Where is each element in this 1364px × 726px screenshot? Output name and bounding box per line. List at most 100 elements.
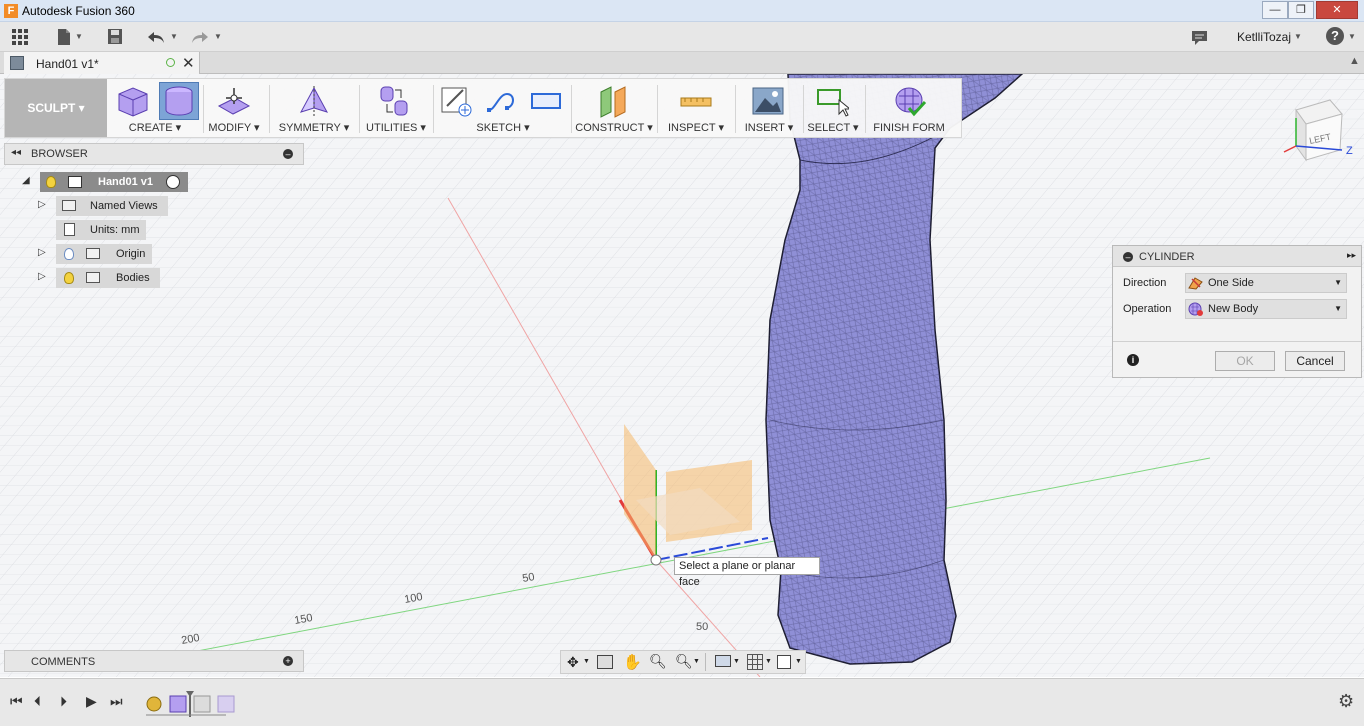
origin-point[interactable] xyxy=(650,554,662,566)
grid-settings-icon[interactable] xyxy=(747,654,763,670)
timeline-form-icon[interactable] xyxy=(217,695,235,713)
modify-group[interactable]: MODIFY ▾ xyxy=(205,79,263,137)
timeline-sketch-icon[interactable] xyxy=(193,695,211,713)
browser-root-node[interactable]: Hand01 v1 xyxy=(40,172,188,192)
user-chevron-down-icon[interactable]: ▼ xyxy=(1294,32,1302,41)
file-menu-chevron-down-icon[interactable]: ▼ xyxy=(75,32,83,41)
workspace-switcher[interactable]: SCULPT ▾ xyxy=(5,79,107,137)
sketch-menu-label[interactable]: SKETCH ▾ xyxy=(437,121,569,134)
cancel-button[interactable]: Cancel xyxy=(1285,351,1345,371)
info-icon[interactable]: i xyxy=(1127,354,1139,366)
measure-icon[interactable] xyxy=(679,84,713,118)
symmetry-group[interactable]: SYMMETRY ▾ xyxy=(273,79,355,137)
notifications-icon[interactable] xyxy=(1191,27,1209,47)
inspect-menu-label[interactable]: INSPECT ▾ xyxy=(661,121,731,134)
cylinder-tool-active[interactable] xyxy=(159,82,199,120)
browser-panel-header[interactable]: ◂◂ BROWSER – xyxy=(4,143,304,165)
display-settings-icon[interactable] xyxy=(715,655,731,667)
minimize-browser-icon[interactable]: – xyxy=(283,149,293,159)
sketch-spline-icon[interactable] xyxy=(485,84,519,118)
zoom-chevron-down-icon[interactable]: ▼ xyxy=(693,658,700,665)
save-icon[interactable] xyxy=(106,27,124,47)
collapse-dialog-icon[interactable]: – xyxy=(1123,252,1133,262)
redo-icon[interactable] xyxy=(190,27,210,47)
visibility-bulb-icon[interactable] xyxy=(46,176,56,188)
select-window-icon[interactable] xyxy=(815,84,849,118)
dialog-header[interactable]: – CYLINDER ▸▸ xyxy=(1113,246,1361,267)
comments-panel-header[interactable]: COMMENTS + xyxy=(4,650,304,672)
construct-plane-icon[interactable] xyxy=(597,84,631,118)
orbit-icon[interactable]: ✥ xyxy=(567,654,579,671)
create-menu-label[interactable]: CREATE ▾ xyxy=(111,121,199,134)
insert-group[interactable]: INSERT ▾ xyxy=(739,79,799,137)
collapse-browser-icon[interactable]: ◂◂ xyxy=(11,147,21,158)
grid-chevron-down-icon[interactable]: ▼ xyxy=(765,658,772,665)
ok-button[interactable]: OK xyxy=(1215,351,1275,371)
select-menu-label[interactable]: SELECT ▾ xyxy=(807,121,859,134)
visibility-bulb-icon[interactable] xyxy=(64,272,74,284)
step-back-icon[interactable]: ⏴ xyxy=(34,693,41,710)
finish-form-group[interactable]: FINISH FORM xyxy=(869,79,949,137)
document-tab[interactable]: Hand01 v1* ✕ xyxy=(4,52,200,74)
go-to-end-icon[interactable]: ⏭ xyxy=(110,693,123,710)
finish-form-icon[interactable] xyxy=(893,84,927,118)
sketch-group[interactable]: SKETCH ▾ xyxy=(437,79,569,137)
pan-icon[interactable]: ✋ xyxy=(623,653,642,671)
fit-icon[interactable]: 🔍︎ xyxy=(675,653,693,670)
app-grid-icon[interactable] xyxy=(11,27,31,47)
undo-chevron-down-icon[interactable]: ▼ xyxy=(170,32,178,41)
expand-dialog-icon[interactable]: ▸▸ xyxy=(1347,250,1356,261)
root-expander-icon[interactable]: ◢ xyxy=(22,175,30,186)
insert-menu-label[interactable]: INSERT ▾ xyxy=(739,121,799,134)
modify-menu-label[interactable]: MODIFY ▾ xyxy=(205,121,263,134)
bodies-expander-icon[interactable]: ▷ xyxy=(38,271,46,282)
utilities-group[interactable]: UTILITIES ▾ xyxy=(363,79,429,137)
utilities-menu-label[interactable]: UTILITIES ▾ xyxy=(363,121,429,134)
inspect-group[interactable]: INSPECT ▾ xyxy=(661,79,731,137)
direction-select[interactable]: One Side ▼ xyxy=(1185,273,1347,293)
construct-group[interactable]: CONSTRUCT ▾ xyxy=(575,79,653,137)
edit-form-icon[interactable] xyxy=(217,84,251,118)
browser-item-named-views[interactable]: Named Views xyxy=(56,196,168,216)
create-sketch-icon[interactable] xyxy=(439,84,473,118)
finish-form-label[interactable]: FINISH FORM xyxy=(869,122,949,134)
timeline-feature-icon[interactable] xyxy=(146,696,162,712)
step-forward-icon[interactable]: ⏵ xyxy=(60,693,67,710)
look-at-icon[interactable] xyxy=(597,655,613,669)
origin-expander-icon[interactable]: ▷ xyxy=(38,247,46,258)
insert-canvas-icon[interactable] xyxy=(751,84,785,118)
help-icon[interactable]: ? xyxy=(1326,27,1344,45)
visibility-bulb-icon[interactable] xyxy=(64,248,74,260)
close-tab-icon[interactable]: ✕ xyxy=(182,54,195,72)
display-chevron-down-icon[interactable]: ▼ xyxy=(733,658,740,665)
undo-icon[interactable] xyxy=(146,27,166,47)
user-account-menu[interactable]: KetlliTozaj xyxy=(1237,30,1291,44)
maximize-button[interactable]: ❐ xyxy=(1288,1,1314,19)
zoom-icon[interactable]: 🔍︎ xyxy=(649,653,667,670)
utilities-icon[interactable] xyxy=(377,84,411,118)
box-form-icon[interactable] xyxy=(115,84,149,118)
browser-item-bodies[interactable]: Bodies xyxy=(56,268,160,288)
browser-item-units[interactable]: Units: mm xyxy=(56,220,146,240)
viewports-icon[interactable] xyxy=(777,655,791,669)
symmetry-menu-label[interactable]: SYMMETRY ▾ xyxy=(273,121,355,134)
select-group[interactable]: SELECT ▾ xyxy=(807,79,859,137)
viewports-chevron-down-icon[interactable]: ▼ xyxy=(795,658,802,665)
help-chevron-down-icon[interactable]: ▼ xyxy=(1348,32,1356,41)
activate-component-icon[interactable] xyxy=(166,175,180,189)
orbit-chevron-down-icon[interactable]: ▼ xyxy=(583,658,590,665)
go-to-start-icon[interactable]: ⏮ xyxy=(10,693,23,710)
browser-item-origin[interactable]: Origin xyxy=(56,244,152,264)
timeline-settings-gear-icon[interactable]: ⚙ xyxy=(1338,691,1354,712)
construct-menu-label[interactable]: CONSTRUCT ▾ xyxy=(575,121,653,134)
symmetry-icon[interactable] xyxy=(297,84,331,118)
timeline-form-icon[interactable] xyxy=(169,695,187,713)
create-group[interactable]: CREATE ▾ xyxy=(111,79,199,137)
sketch-rectangle-icon[interactable] xyxy=(529,84,563,118)
play-icon[interactable]: ▶ xyxy=(86,693,97,710)
redo-chevron-down-icon[interactable]: ▼ xyxy=(214,32,222,41)
named-views-expander-icon[interactable]: ▷ xyxy=(38,199,46,210)
collapse-chevron-up-icon[interactable]: ▲ xyxy=(1349,55,1360,67)
close-window-button[interactable]: ✕ xyxy=(1316,1,1358,19)
minimize-button[interactable]: — xyxy=(1262,1,1288,19)
